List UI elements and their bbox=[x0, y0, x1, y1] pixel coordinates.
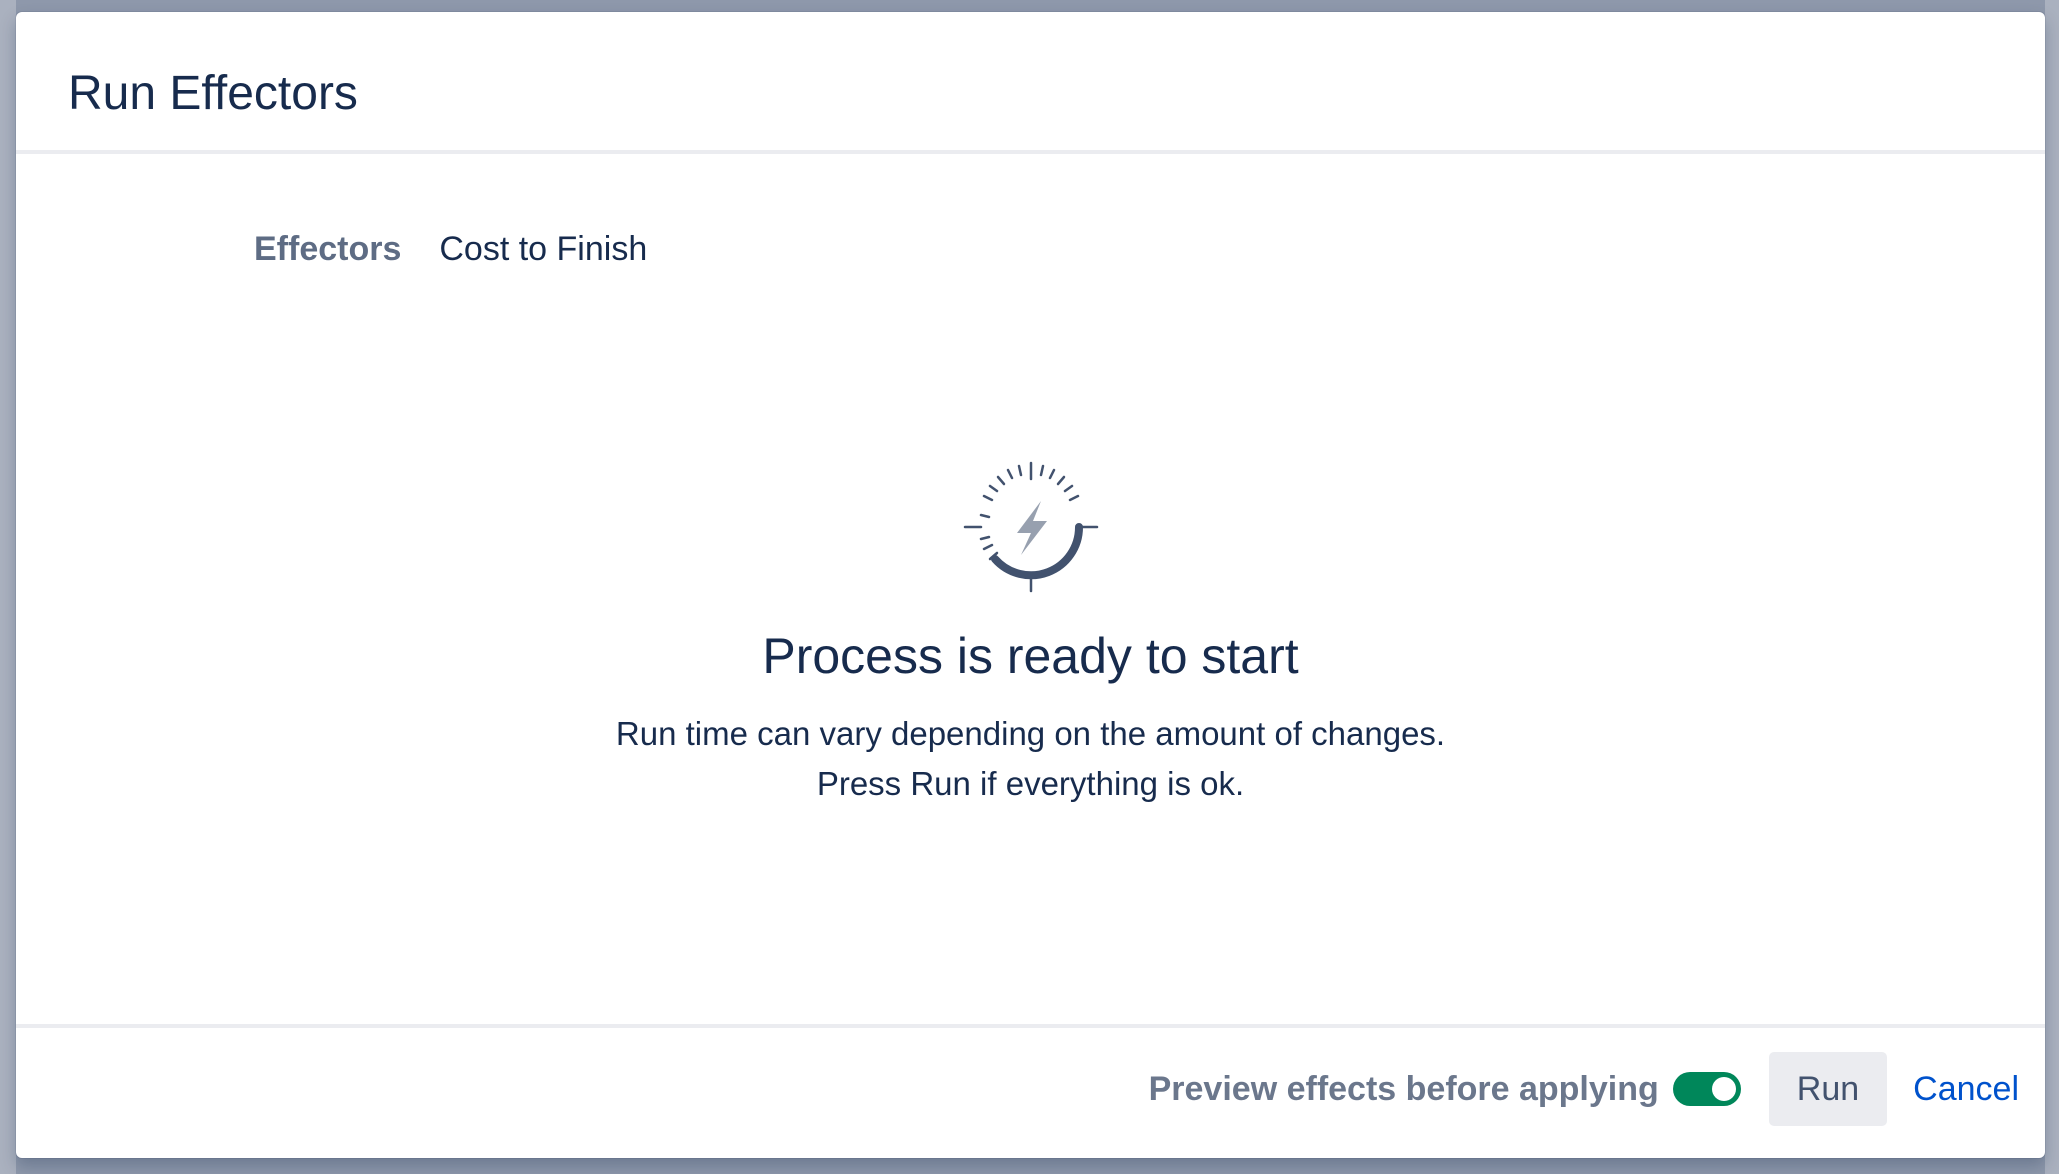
background-page-left bbox=[0, 0, 16, 1174]
cancel-button[interactable]: Cancel bbox=[1913, 1070, 2019, 1109]
status-description: Run time can vary depending on the amoun… bbox=[16, 709, 2045, 809]
preview-toggle-label: Preview effects before applying bbox=[1148, 1069, 1659, 1108]
dialog-header: Run Effectors bbox=[16, 12, 2045, 154]
tab-bar: Effectors Cost to Finish bbox=[254, 232, 647, 266]
status-panel: Process is ready to start Run time can v… bbox=[16, 457, 2045, 809]
run-button[interactable]: Run bbox=[1768, 1052, 1888, 1126]
dialog-title: Run Effectors bbox=[68, 67, 358, 120]
status-line-1: Run time can vary depending on the amoun… bbox=[615, 715, 1446, 752]
run-effectors-dialog: Run Effectors Effectors Cost to Finish P… bbox=[16, 12, 2045, 1158]
stopwatch-lightning-icon bbox=[963, 461, 1098, 593]
dialog-footer: Preview effects before applying Run Canc… bbox=[16, 1024, 2045, 1158]
tab-effectors[interactable]: Effectors bbox=[254, 232, 401, 266]
status-headline: Process is ready to start bbox=[762, 628, 1299, 684]
footer-actions: Preview effects before applying Run Canc… bbox=[1149, 1052, 2019, 1126]
toggle-knob bbox=[1711, 1077, 1736, 1101]
preview-toggle[interactable] bbox=[1672, 1072, 1741, 1106]
status-line-2: Press Run if everything is ok. bbox=[816, 765, 1245, 802]
tab-cost-to-finish[interactable]: Cost to Finish bbox=[439, 232, 647, 266]
background-page-right bbox=[2045, 0, 2059, 1174]
